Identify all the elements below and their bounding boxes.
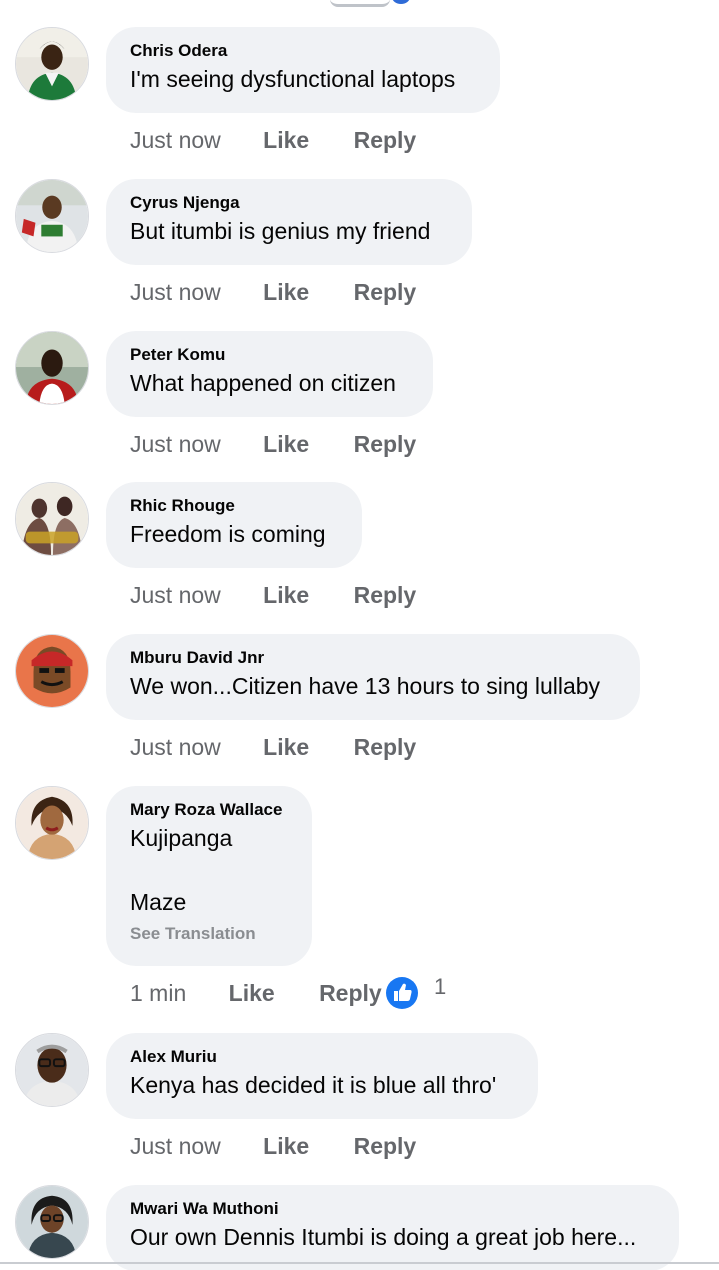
comment-bubble: Mwari Wa Muthoni Our own Dennis Itumbi i… <box>106 1185 679 1270</box>
comment-bubble: Cyrus Njenga But itumbi is genius my fri… <box>106 179 472 265</box>
reply-button[interactable]: Reply <box>354 429 417 459</box>
comments-page: Chris Odera I'm seeing dysfunctional lap… <box>0 0 719 1270</box>
comment-author[interactable]: Mburu David Jnr <box>130 648 616 668</box>
like-button[interactable]: Like <box>263 429 309 459</box>
reply-button[interactable]: Reply <box>354 732 417 762</box>
comment-text: Kujipanga Maze <box>130 823 288 917</box>
comment-text: I'm seeing dysfunctional laptops <box>130 66 456 92</box>
thumbs-up-icon[interactable] <box>385 976 419 1010</box>
comment-actions: Just now Like Reply <box>130 580 454 610</box>
comment-text: Freedom is coming <box>130 521 326 547</box>
comment-bubble: Rhic Rhouge Freedom is coming <box>106 482 362 568</box>
comment-author[interactable]: Cyrus Njenga <box>130 193 448 213</box>
comment-timestamp[interactable]: Just now <box>130 125 221 155</box>
comment-actions: 1 min Like Reply 1 <box>130 974 446 1010</box>
comment-actions: Just now Like Reply <box>130 1131 454 1161</box>
comment-text-line: Maze <box>130 889 187 915</box>
comment-author[interactable]: Mary Roza Wallace <box>130 800 288 820</box>
comment-actions: Just now Like Reply <box>130 277 454 307</box>
comment-timestamp[interactable]: Just now <box>130 277 221 307</box>
truncated-reaction-icon <box>392 0 410 4</box>
comment-author[interactable]: Alex Muriu <box>130 1047 514 1067</box>
comment-bubble: Peter Komu What happened on citizen <box>106 331 433 417</box>
avatar[interactable] <box>15 1033 89 1107</box>
comment-timestamp[interactable]: Just now <box>130 580 221 610</box>
reply-button[interactable]: Reply <box>354 1131 417 1161</box>
reply-button[interactable]: Reply <box>319 978 382 1008</box>
comment-text: Kenya has decided it is blue all thro' <box>130 1072 497 1098</box>
comment-author[interactable]: Mwari Wa Muthoni <box>130 1199 655 1219</box>
comment-author[interactable]: Rhic Rhouge <box>130 496 338 516</box>
comment-timestamp[interactable]: Just now <box>130 732 221 762</box>
comment-bubble: Mburu David Jnr We won...Citizen have 13… <box>106 634 640 720</box>
like-button[interactable]: Like <box>263 580 309 610</box>
avatar[interactable] <box>15 1185 89 1259</box>
like-button[interactable]: Like <box>263 277 309 307</box>
previous-content-fragment <box>0 0 719 7</box>
avatar[interactable] <box>15 179 89 253</box>
reply-button[interactable]: Reply <box>354 580 417 610</box>
screen-bottom-divider <box>0 1262 719 1264</box>
like-button[interactable]: Like <box>263 732 309 762</box>
reaction-count[interactable]: 1 <box>434 972 446 1002</box>
comment-timestamp[interactable]: Just now <box>130 429 221 459</box>
comment-bubble: Mary Roza Wallace Kujipanga Maze See Tra… <box>106 786 312 966</box>
comment-timestamp[interactable]: Just now <box>130 1131 221 1161</box>
comment-text: But itumbi is genius my friend <box>130 218 431 244</box>
comment-text-line: Kujipanga <box>130 825 233 851</box>
reply-button[interactable]: Reply <box>354 277 417 307</box>
comment-actions: Just now Like Reply <box>130 125 454 155</box>
like-button[interactable]: Like <box>263 125 309 155</box>
comment-author[interactable]: Chris Odera <box>130 41 476 61</box>
avatar[interactable] <box>15 331 89 405</box>
reply-button[interactable]: Reply <box>354 125 417 155</box>
comment-actions: Just now Like Reply <box>130 429 454 459</box>
comment-text: What happened on citizen <box>130 370 396 396</box>
comment-author[interactable]: Peter Komu <box>130 345 409 365</box>
avatar[interactable] <box>15 634 89 708</box>
comment-text: We won...Citizen have 13 hours to sing l… <box>130 673 601 699</box>
avatar[interactable] <box>15 482 89 556</box>
comment-timestamp[interactable]: 1 min <box>130 978 186 1008</box>
comment-text: Our own Dennis Itumbi is doing a great j… <box>130 1224 637 1250</box>
like-button[interactable]: Like <box>263 1131 309 1161</box>
comment-bubble: Alex Muriu Kenya has decided it is blue … <box>106 1033 538 1119</box>
like-button[interactable]: Like <box>229 978 275 1008</box>
comment-actions: Just now Like Reply <box>130 732 454 762</box>
avatar[interactable] <box>15 27 89 101</box>
truncated-glyph <box>330 0 390 7</box>
comment-bubble: Chris Odera I'm seeing dysfunctional lap… <box>106 27 500 113</box>
avatar[interactable] <box>15 786 89 860</box>
see-translation-link[interactable]: See Translation <box>130 923 288 945</box>
